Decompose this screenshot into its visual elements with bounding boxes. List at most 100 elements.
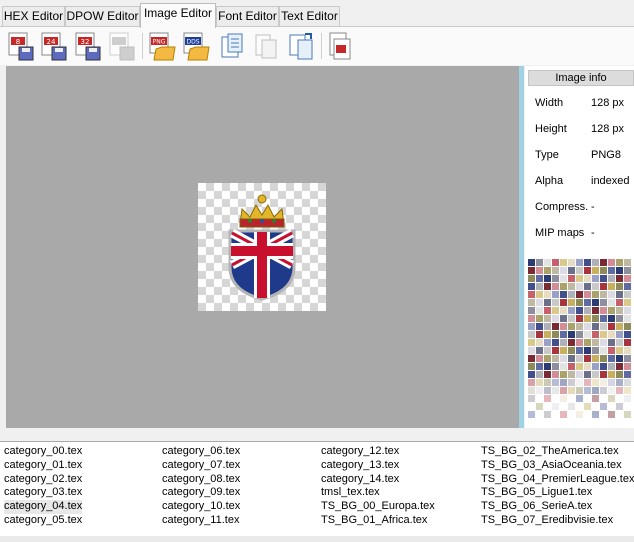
tab-image-editor[interactable]: Image Editor bbox=[140, 3, 216, 28]
toolbar-separator bbox=[142, 33, 143, 59]
import-png-button[interactable]: PNG bbox=[148, 31, 176, 61]
tab-text-editor[interactable]: Text Editor bbox=[279, 6, 340, 27]
palette-swatch bbox=[552, 275, 559, 282]
palette-swatch bbox=[568, 355, 575, 362]
list-item[interactable]: TS_BG_00_Europa.tex bbox=[321, 500, 435, 514]
list-item[interactable]: category_11.tex bbox=[162, 514, 240, 528]
list-item[interactable]: TS_BG_06_SerieA.tex bbox=[481, 500, 634, 514]
horizontal-scrollbar[interactable] bbox=[0, 536, 634, 542]
palette-swatch bbox=[528, 347, 535, 354]
export-32bit-button[interactable]: 32 bbox=[74, 31, 102, 61]
palette-swatch bbox=[592, 259, 599, 266]
palette-swatch bbox=[576, 411, 583, 418]
palette-swatch bbox=[584, 259, 591, 266]
list-item[interactable]: category_02.tex bbox=[4, 473, 82, 487]
copy-button[interactable] bbox=[218, 31, 246, 61]
list-item[interactable]: TS_BG_04_PremierLeague.tex bbox=[481, 473, 634, 487]
palette-swatch bbox=[592, 331, 599, 338]
palette-swatch bbox=[592, 299, 599, 306]
tab-hex-editor[interactable]: HEX Editor bbox=[2, 6, 65, 27]
list-item[interactable]: category_10.tex bbox=[162, 500, 240, 514]
palette-swatch bbox=[528, 299, 535, 306]
palette-swatch bbox=[568, 339, 575, 346]
palette-swatch bbox=[624, 331, 631, 338]
palette-swatch bbox=[576, 323, 583, 330]
replace-button[interactable] bbox=[287, 31, 315, 61]
list-item[interactable]: category_05.tex bbox=[4, 514, 82, 528]
palette-swatch bbox=[544, 331, 551, 338]
palette-swatch bbox=[560, 259, 567, 266]
palette-swatch bbox=[576, 283, 583, 290]
palette-swatch bbox=[616, 275, 623, 282]
list-item[interactable]: category_07.tex bbox=[162, 459, 240, 473]
palette-swatch bbox=[568, 283, 575, 290]
list-item[interactable]: TS_BG_05_Ligue1.tex bbox=[481, 486, 634, 500]
list-item[interactable]: tmsl_tex.tex bbox=[321, 486, 435, 500]
list-item[interactable]: TS_BG_03_AsiaOceania.tex bbox=[481, 459, 634, 473]
palette-swatch bbox=[568, 323, 575, 330]
palette-swatch bbox=[528, 355, 535, 362]
info-value: 128 px bbox=[591, 123, 625, 135]
palette-swatch bbox=[592, 307, 599, 314]
palette-swatch bbox=[584, 379, 591, 386]
export-disabled-button[interactable] bbox=[108, 31, 136, 61]
tab-bar: HEX Editor DPOW Editor Image Editor Font… bbox=[0, 0, 634, 28]
palette-swatch bbox=[560, 291, 567, 298]
list-item[interactable]: TS_BG_07_Eredibvisie.tex bbox=[481, 514, 634, 528]
palette-swatch bbox=[584, 403, 591, 410]
list-item[interactable]: TS_BG_02_TheAmerica.tex bbox=[481, 445, 634, 459]
palette-swatch bbox=[624, 315, 631, 322]
palette-swatch bbox=[616, 387, 623, 394]
palette-swatch bbox=[592, 355, 599, 362]
file-list: category_00.tex category_01.tex category… bbox=[0, 441, 634, 542]
palette-swatch bbox=[576, 339, 583, 346]
paste-button[interactable] bbox=[252, 31, 280, 61]
image-canvas[interactable] bbox=[6, 66, 519, 428]
list-item-selected[interactable]: category_04.tex bbox=[4, 500, 83, 514]
export-24bit-button[interactable]: 24 bbox=[40, 31, 68, 61]
palette-swatch bbox=[528, 331, 535, 338]
import-dds-button[interactable]: DDS bbox=[182, 31, 210, 61]
export-pdf-button[interactable] bbox=[326, 31, 354, 61]
palette-swatch bbox=[600, 347, 607, 354]
palette-swatch bbox=[552, 323, 559, 330]
palette-swatch bbox=[616, 299, 623, 306]
palette-swatch bbox=[568, 275, 575, 282]
list-item[interactable]: category_12.tex bbox=[321, 445, 435, 459]
palette-swatch bbox=[544, 411, 551, 418]
list-item[interactable]: category_09.tex bbox=[162, 486, 240, 500]
palette-swatch bbox=[608, 395, 615, 402]
palette-swatch bbox=[528, 315, 535, 322]
list-item[interactable]: TS_BG_01_Africa.tex bbox=[321, 514, 435, 528]
tab-font-editor[interactable]: Font Editor bbox=[216, 6, 279, 27]
list-item[interactable]: category_14.tex bbox=[321, 473, 435, 487]
toolbar-separator bbox=[321, 33, 322, 59]
tab-dpow-editor[interactable]: DPOW Editor bbox=[65, 6, 140, 27]
palette-swatch bbox=[560, 315, 567, 322]
palette-swatch bbox=[624, 323, 631, 330]
badge-dds: DDS bbox=[186, 39, 199, 46]
info-value: - bbox=[591, 227, 595, 239]
list-item[interactable]: category_01.tex bbox=[4, 459, 82, 473]
splitter[interactable] bbox=[519, 66, 524, 428]
list-item[interactable]: category_03.tex bbox=[4, 486, 82, 500]
export-8bit-button[interactable]: 8 bbox=[7, 31, 35, 61]
list-item[interactable]: category_00.tex bbox=[4, 445, 82, 459]
palette-swatch bbox=[624, 283, 631, 290]
list-item[interactable]: category_08.tex bbox=[162, 473, 240, 487]
palette-swatch bbox=[616, 379, 623, 386]
palette-swatch bbox=[616, 403, 623, 410]
palette-swatch bbox=[576, 259, 583, 266]
palette-swatch bbox=[560, 283, 567, 290]
palette-swatch bbox=[560, 371, 567, 378]
list-item[interactable]: category_13.tex bbox=[321, 459, 435, 473]
palette-swatch bbox=[552, 363, 559, 370]
palette-swatch bbox=[592, 395, 599, 402]
palette-swatch bbox=[608, 267, 615, 274]
palette-swatch bbox=[576, 267, 583, 274]
info-value: 128 px bbox=[591, 97, 625, 109]
list-item[interactable]: category_06.tex bbox=[162, 445, 240, 459]
palette-swatch bbox=[536, 291, 543, 298]
palette-swatch bbox=[608, 363, 615, 370]
palette-swatch bbox=[536, 323, 543, 330]
